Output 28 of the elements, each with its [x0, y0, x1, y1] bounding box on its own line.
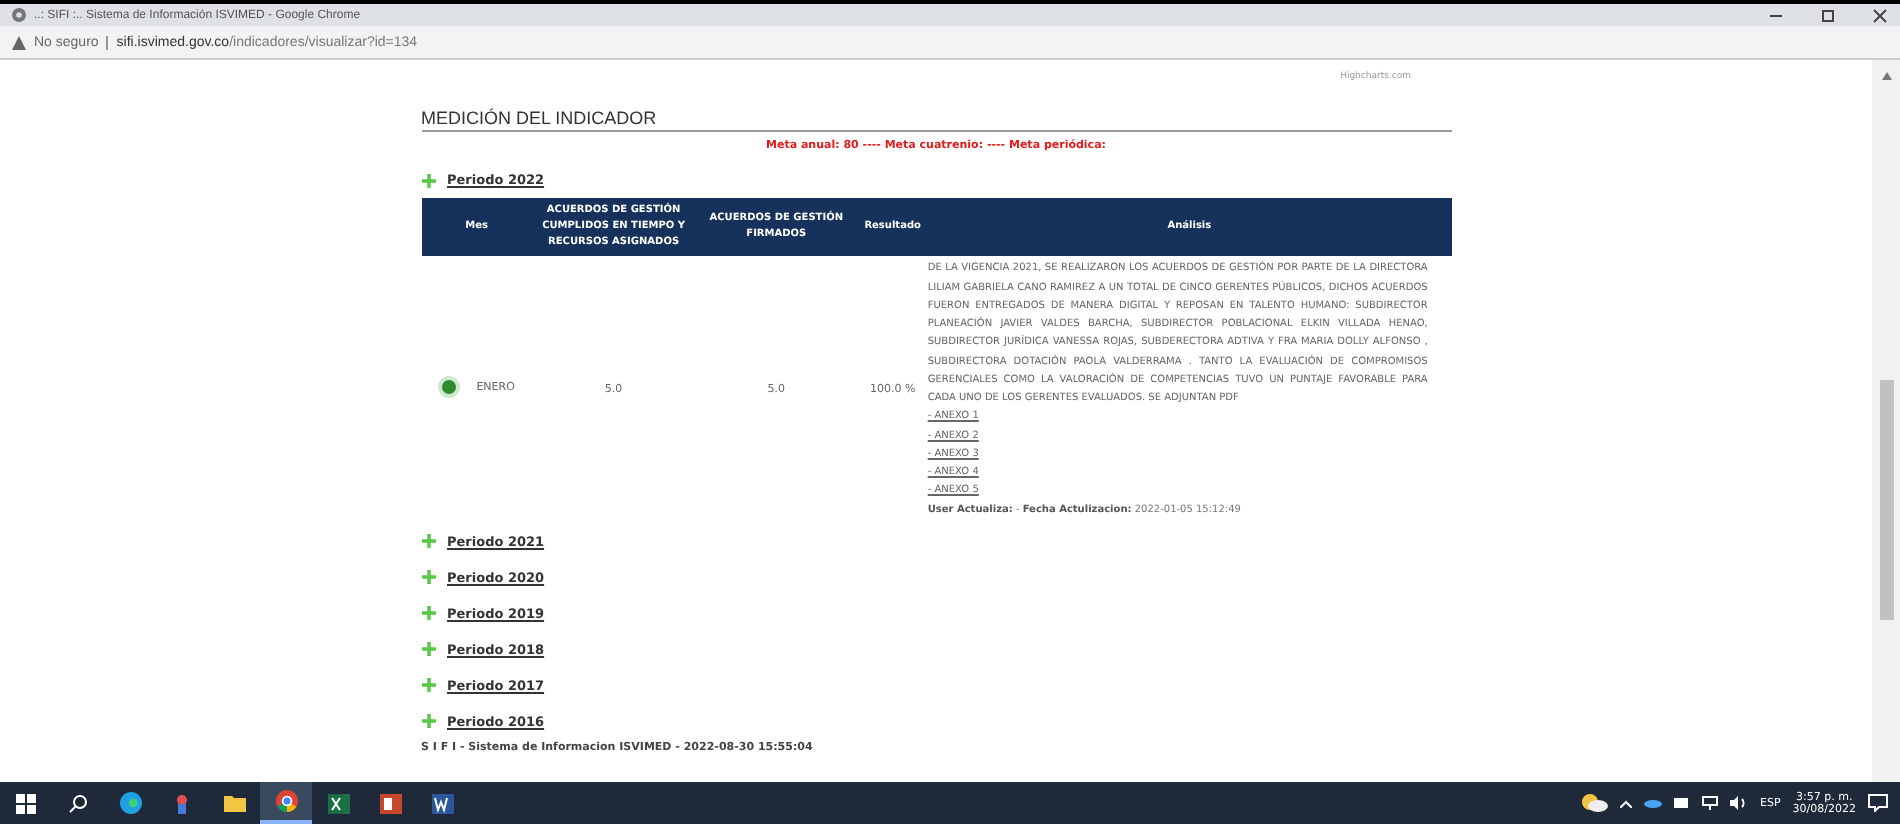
plus-icon — [421, 570, 435, 584]
caret-icon[interactable] — [1620, 799, 1632, 807]
slides-icon — [379, 793, 401, 813]
plus-icon — [421, 714, 435, 728]
scroll-up-icon[interactable] — [1881, 72, 1891, 80]
plus-icon — [421, 606, 435, 620]
windows-icon — [16, 793, 36, 813]
network-icon[interactable] — [1702, 796, 1718, 810]
maximize-icon[interactable] — [1820, 7, 1836, 23]
close-icon[interactable] — [1872, 7, 1888, 23]
warning-icon — [12, 35, 26, 49]
weather-icon — [1580, 794, 1608, 812]
notification-icon[interactable] — [1868, 794, 1888, 812]
browser-icon — [119, 792, 141, 814]
plus-icon — [421, 173, 435, 187]
section-title: MEDICIÓN DEL INDICADOR — [421, 108, 1451, 132]
speaker-icon[interactable] — [1730, 796, 1748, 810]
plus-icon — [421, 642, 435, 656]
app-icon — [172, 793, 192, 813]
spreadsheet-icon — [327, 793, 349, 813]
plus-icon — [421, 534, 435, 548]
search-icon — [68, 793, 88, 813]
chrome-icon — [275, 790, 297, 812]
document-icon — [431, 793, 453, 813]
folder-icon — [223, 794, 245, 812]
cloud-icon[interactable] — [1644, 798, 1662, 808]
scrollbar-thumb[interactable] — [1879, 380, 1893, 620]
plus-icon — [421, 678, 435, 692]
